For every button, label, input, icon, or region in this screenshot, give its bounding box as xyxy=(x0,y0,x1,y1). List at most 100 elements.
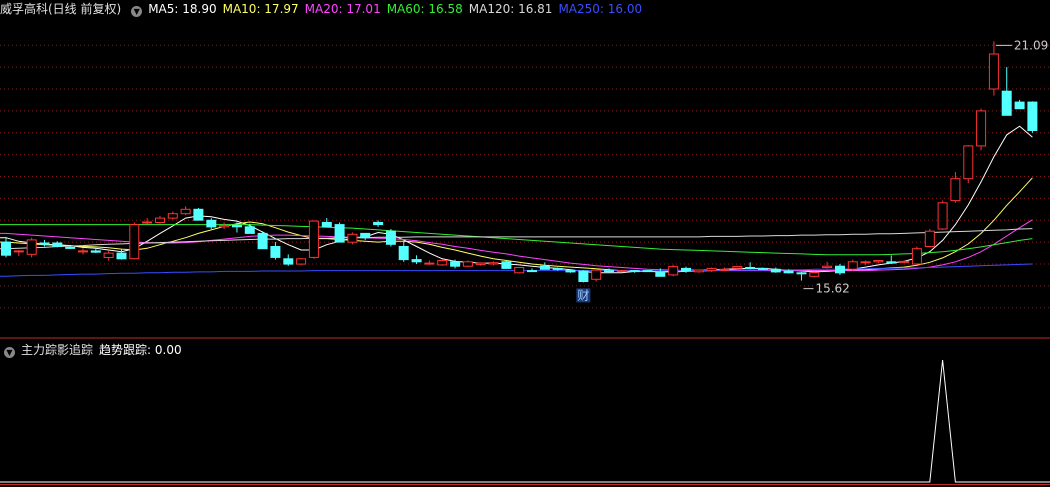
candle-body xyxy=(552,267,563,270)
candle xyxy=(180,206,191,215)
candle-body xyxy=(155,217,165,224)
candle-body xyxy=(360,232,371,239)
candle-body xyxy=(770,268,781,273)
candle-body xyxy=(437,260,448,266)
candle xyxy=(1027,101,1038,133)
candle-body xyxy=(758,267,768,270)
candle-body xyxy=(988,53,999,90)
candle xyxy=(886,255,897,264)
candle-body xyxy=(1,241,11,256)
candle-body xyxy=(860,261,871,264)
candle-body xyxy=(745,267,756,269)
candle-body xyxy=(257,232,268,250)
candle xyxy=(437,259,448,266)
candle xyxy=(398,241,409,262)
candle-body xyxy=(462,261,473,267)
candle-body xyxy=(527,270,537,273)
candle xyxy=(770,267,781,273)
candle-body xyxy=(116,252,127,260)
candle xyxy=(591,269,602,282)
candle xyxy=(976,108,987,151)
candle xyxy=(847,259,858,271)
candle-body xyxy=(719,268,730,271)
candle xyxy=(693,269,704,273)
candle-body xyxy=(90,250,101,253)
candle xyxy=(719,267,730,271)
candle xyxy=(527,268,537,273)
candle xyxy=(167,211,178,220)
candle-body xyxy=(732,266,743,269)
candle xyxy=(424,260,435,265)
candle-body xyxy=(1001,90,1012,116)
candle xyxy=(514,267,525,274)
candle xyxy=(385,229,396,247)
candle-body xyxy=(886,261,897,264)
candle xyxy=(758,267,768,271)
candle-body xyxy=(706,267,717,272)
candle-body xyxy=(578,270,589,282)
candle-body xyxy=(604,270,614,273)
candle xyxy=(988,41,999,96)
candle xyxy=(142,218,153,225)
candle-body xyxy=(65,246,76,249)
candle-body xyxy=(911,248,922,265)
candle xyxy=(308,220,319,259)
candle-body xyxy=(13,250,24,253)
candle-body xyxy=(847,261,858,270)
high-price-label: 21.09 xyxy=(1014,38,1048,52)
candle-body xyxy=(655,271,666,277)
candle-body xyxy=(450,261,461,267)
candle-body xyxy=(424,262,435,265)
price-annotations: 21.09 15.62 财 xyxy=(576,38,1048,303)
candle-body xyxy=(796,272,807,275)
candle xyxy=(911,246,922,265)
candle-body xyxy=(950,178,961,202)
candle xyxy=(90,248,101,254)
candle-body xyxy=(629,270,640,273)
candle xyxy=(373,220,384,227)
candle xyxy=(963,145,974,184)
candle xyxy=(796,271,807,281)
candle-body xyxy=(180,208,191,215)
candle xyxy=(501,260,512,269)
candle-body xyxy=(78,250,88,253)
candle-body xyxy=(488,262,499,265)
candle xyxy=(462,260,473,268)
candle-body xyxy=(668,266,679,276)
candle xyxy=(78,248,88,255)
candle xyxy=(809,271,820,278)
candle xyxy=(924,229,935,248)
candle xyxy=(26,237,37,258)
candle-body xyxy=(385,230,396,245)
candle-body xyxy=(899,260,910,263)
candle xyxy=(283,254,294,266)
candle xyxy=(39,239,50,247)
candle xyxy=(296,257,307,265)
candle-body xyxy=(219,225,230,228)
candle-body xyxy=(976,110,987,147)
candle xyxy=(835,264,845,275)
candle-body xyxy=(616,270,627,273)
candle xyxy=(1,236,11,258)
candle xyxy=(1014,99,1025,110)
candle-body xyxy=(321,221,332,228)
kline-chart[interactable]: 21.09 15.62 财 xyxy=(0,0,1050,487)
moving-average-lines xyxy=(0,125,1033,277)
candle-body xyxy=(1014,101,1025,110)
candle-body xyxy=(334,224,345,243)
candle-body xyxy=(822,265,833,269)
candle-body xyxy=(514,267,525,274)
candle-body xyxy=(270,246,281,258)
candle xyxy=(334,222,345,243)
candle-body xyxy=(373,221,384,226)
candle-body xyxy=(26,239,37,255)
candle-body xyxy=(591,269,602,280)
candle xyxy=(745,262,756,270)
candles xyxy=(1,41,1038,283)
candle-body xyxy=(681,267,691,272)
candle-body xyxy=(809,272,820,277)
candle xyxy=(321,218,332,228)
candle-body xyxy=(565,270,576,273)
candle-body xyxy=(283,258,294,265)
ma5-line xyxy=(0,125,1033,274)
